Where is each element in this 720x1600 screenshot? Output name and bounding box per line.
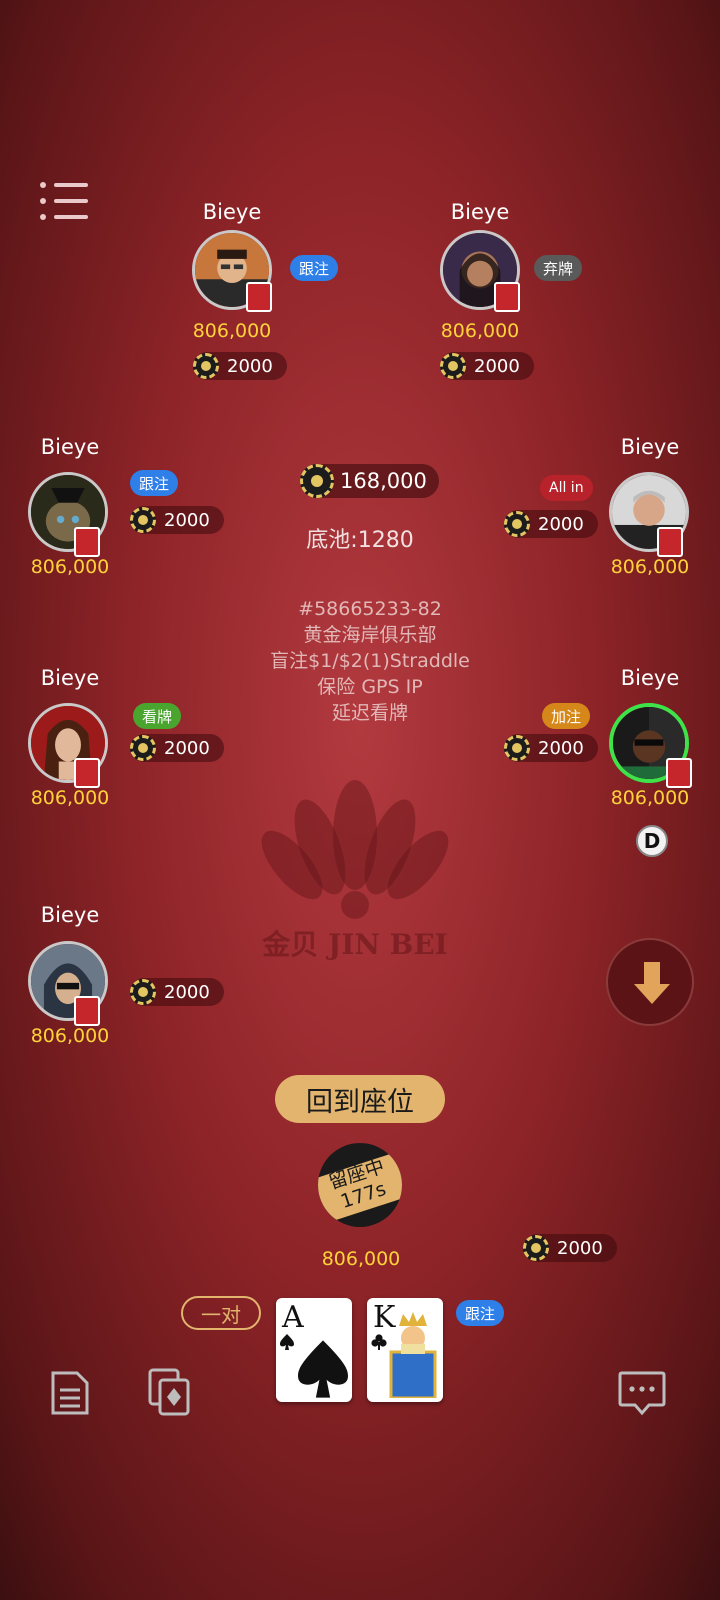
chip-icon — [504, 511, 530, 537]
club-icon — [371, 1334, 387, 1350]
chip-icon — [130, 507, 156, 533]
hero-card-1: A — [276, 1298, 352, 1402]
spade-icon — [298, 1340, 348, 1398]
action-badge: 跟注 — [290, 255, 339, 281]
chip-icon — [130, 979, 156, 1005]
chip-icon — [130, 735, 156, 761]
player-stack: 806,000 — [192, 320, 272, 342]
bet-amount: 2000 — [227, 355, 273, 377]
player-name: Bieye — [40, 666, 100, 690]
bet-amount: 2000 — [557, 1237, 603, 1259]
bet-amount: 2000 — [164, 737, 210, 759]
action-badge: 看牌 — [133, 703, 182, 729]
pot-label: 底池:1280 — [306, 528, 414, 553]
player-bet: 2000 — [130, 734, 224, 762]
arrow-down-icon — [634, 962, 670, 1004]
player-name: Bieye — [450, 200, 510, 224]
watermark-text: 金贝 JIN BEI — [262, 928, 448, 961]
chip-icon — [504, 735, 530, 761]
player-bet: 2000 — [504, 510, 598, 538]
hole-cards-indicator — [246, 282, 272, 312]
action-badge: All in — [540, 475, 593, 501]
hero-seat-timer: 留座中 177s — [318, 1143, 402, 1227]
chip-icon — [193, 353, 219, 379]
scroll-down-button[interactable] — [606, 938, 694, 1026]
table-info: #58665233-82 黄金海岸俱乐部 盲注$1/$2(1)Straddle … — [220, 596, 520, 726]
hand-history-button[interactable] — [50, 1370, 90, 1420]
bet-amount: 2000 — [538, 513, 584, 535]
king-figure-icon — [389, 1312, 437, 1398]
action-badge: 加注 — [542, 703, 591, 729]
document-icon — [51, 1371, 89, 1415]
dealer-button: D — [636, 825, 668, 857]
cards-icon — [148, 1368, 190, 1416]
spade-icon — [280, 1334, 294, 1350]
player-bet: 2000 — [130, 506, 224, 534]
action-badge: 弃牌 — [534, 255, 583, 281]
hole-cards-indicator — [494, 282, 520, 312]
hand-type-badge: 一对 — [181, 1296, 261, 1330]
menu-icon[interactable] — [40, 182, 88, 222]
hero-action-badge: 跟注 — [456, 1300, 505, 1326]
hole-cards-indicator — [666, 758, 692, 788]
hero-stack: 806,000 — [321, 1248, 401, 1270]
chip-icon — [440, 353, 466, 379]
hole-cards-indicator — [74, 758, 100, 788]
card-review-button[interactable] — [148, 1368, 192, 1420]
pot-total: 168,000 — [300, 464, 439, 498]
hero-bet: 2000 — [523, 1234, 617, 1262]
bet-amount: 2000 — [164, 509, 210, 531]
blinds-info: 盲注$1/$2(1)Straddle — [270, 650, 470, 672]
chip-icon — [300, 464, 334, 498]
features-info: 保险 GPS IP — [317, 676, 423, 698]
player-name: Bieye — [620, 435, 680, 459]
club-name: 黄金海岸俱乐部 — [303, 624, 437, 646]
pot-total-value: 168,000 — [340, 469, 427, 493]
chip-icon — [523, 1235, 549, 1261]
player-bet: 2000 — [130, 978, 224, 1006]
player-name: Bieye — [40, 435, 100, 459]
player-stack: 806,000 — [30, 1025, 110, 1047]
return-to-seat-button[interactable]: 回到座位 — [275, 1075, 445, 1123]
player-bet: 2000 — [504, 734, 598, 762]
card-rank: A — [282, 1300, 304, 1335]
player-name: Bieye — [202, 200, 262, 224]
action-badge: 跟注 — [130, 470, 179, 496]
chat-button[interactable] — [617, 1370, 667, 1420]
chat-icon — [618, 1371, 666, 1416]
bet-amount: 2000 — [538, 737, 584, 759]
delay-info: 延迟看牌 — [331, 702, 408, 724]
player-bet: 2000 — [193, 352, 287, 380]
hole-cards-indicator — [74, 996, 100, 1026]
player-name: Bieye — [40, 903, 100, 927]
player-stack: 806,000 — [610, 556, 690, 578]
player-stack: 806,000 — [610, 787, 690, 809]
hole-cards-indicator — [657, 527, 683, 557]
hole-cards-indicator — [74, 527, 100, 557]
player-stack: 806,000 — [30, 556, 110, 578]
player-bet: 2000 — [440, 352, 534, 380]
game-id: #58665233-82 — [298, 598, 442, 620]
table-watermark-logo: 金贝 JIN BEI — [250, 775, 460, 965]
player-stack: 806,000 — [30, 787, 110, 809]
player-stack: 806,000 — [440, 320, 520, 342]
hero-card-2: K — [367, 1298, 443, 1402]
bet-amount: 2000 — [474, 355, 520, 377]
player-name: Bieye — [620, 666, 680, 690]
bet-amount: 2000 — [164, 981, 210, 1003]
